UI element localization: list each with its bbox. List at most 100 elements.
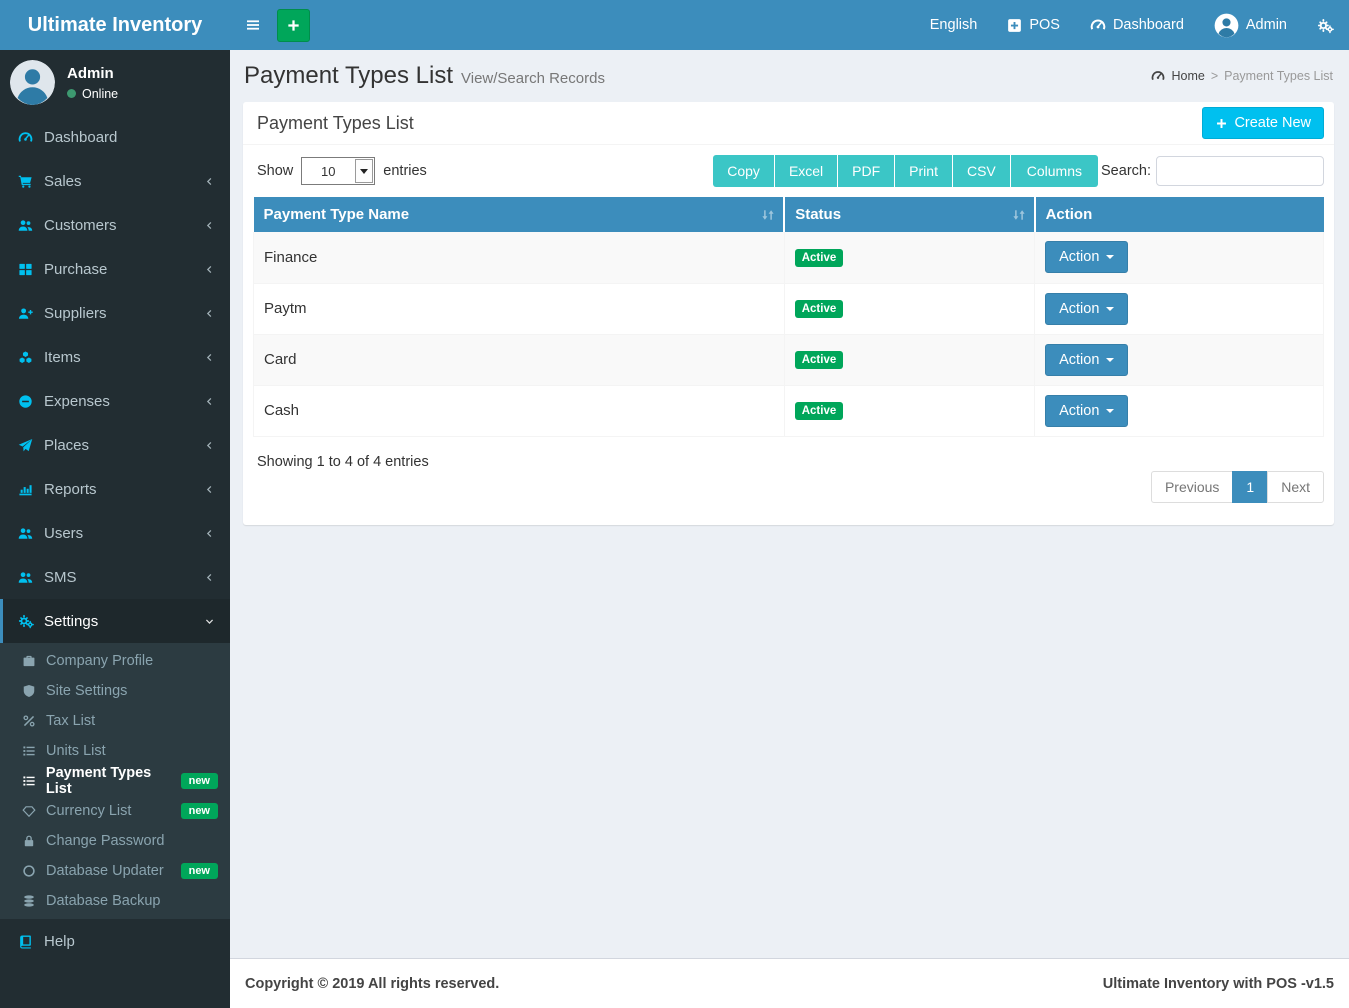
- sidebar-item-help[interactable]: Help: [0, 919, 230, 963]
- payment-type-name-cell: Finance: [254, 232, 785, 283]
- sidebar-item-expenses[interactable]: Expenses: [0, 379, 230, 423]
- page-subtitle: View/Search Records: [461, 70, 605, 87]
- excel-button[interactable]: Excel: [775, 155, 837, 187]
- paper-plane-icon: [18, 438, 44, 453]
- submenu-item-currency-list[interactable]: Currency List new: [0, 796, 230, 826]
- version-text: Ultimate Inventory with POS -v1.5: [1103, 976, 1334, 992]
- users-icon: [18, 570, 44, 585]
- sidebar-item-dashboard[interactable]: Dashboard: [0, 115, 230, 159]
- sidebar-item-sms[interactable]: SMS: [0, 555, 230, 599]
- dashboard-link[interactable]: Dashboard: [1075, 0, 1199, 50]
- users-icon: [18, 526, 44, 541]
- status-badge: Active: [795, 249, 844, 267]
- settings-menu[interactable]: [1302, 0, 1349, 50]
- grid-icon: [18, 262, 44, 277]
- status-cell: Active: [784, 283, 1034, 334]
- chevron-left-icon: [204, 440, 215, 451]
- submenu-item-change-password[interactable]: Change Password: [0, 826, 230, 856]
- copyright-text: Copyright © 2019 All rights reserved.: [245, 976, 499, 992]
- diamond-icon: [22, 804, 46, 818]
- settings-submenu: Company Profile Site Settings Tax List U…: [0, 643, 230, 919]
- user-menu[interactable]: Admin: [1199, 0, 1302, 50]
- cubes-icon: [18, 350, 44, 365]
- next-page-button[interactable]: Next: [1267, 471, 1324, 503]
- list-icon: [22, 744, 46, 758]
- select-arrow-icon: [355, 159, 373, 183]
- new-badge: new: [181, 803, 218, 819]
- language-menu[interactable]: English: [915, 0, 993, 50]
- payment-types-panel: Payment Types List Create New Show 10 en…: [243, 102, 1334, 525]
- page-number-button[interactable]: 1: [1232, 471, 1268, 503]
- action-cell: Action: [1035, 385, 1324, 436]
- create-new-button[interactable]: Create New: [1202, 107, 1324, 139]
- search-label: Search:: [1101, 163, 1151, 179]
- column-header-payment-type-name[interactable]: Payment Type Name: [254, 197, 785, 232]
- breadcrumb-separator: >: [1211, 69, 1218, 83]
- pdf-button[interactable]: PDF: [838, 155, 894, 187]
- copy-button[interactable]: Copy: [713, 155, 774, 187]
- csv-button[interactable]: CSV: [953, 155, 1010, 187]
- panel-title: Payment Types List: [257, 113, 414, 134]
- sidebar-item-reports[interactable]: Reports: [0, 467, 230, 511]
- brand-logo[interactable]: Ultimate Inventory: [0, 0, 230, 50]
- status-badge: Active: [795, 351, 844, 369]
- submenu-item-payment-types-list[interactable]: Payment Types List new: [0, 766, 230, 796]
- hamburger-icon: [245, 17, 261, 33]
- sidebar-item-suppliers[interactable]: Suppliers: [0, 291, 230, 335]
- navbar-right-menu: English POS Dashboard Admin: [915, 0, 1349, 50]
- content-header: Payment Types List View/Search Records H…: [244, 62, 1333, 90]
- payment-type-name-cell: Cash: [254, 385, 785, 436]
- print-button[interactable]: Print: [895, 155, 952, 187]
- search-input[interactable]: [1156, 156, 1324, 186]
- submenu-item-company-profile[interactable]: Company Profile: [0, 646, 230, 676]
- new-badge: new: [181, 863, 218, 879]
- submenu-item-database-updater[interactable]: Database Updater new: [0, 856, 230, 886]
- action-dropdown-button[interactable]: Action: [1045, 241, 1128, 273]
- pos-link[interactable]: POS: [992, 0, 1075, 50]
- chevron-left-icon: [204, 308, 215, 319]
- column-header-status[interactable]: Status: [784, 197, 1034, 232]
- sidebar-item-users[interactable]: Users: [0, 511, 230, 555]
- submenu-item-units-list[interactable]: Units List: [0, 736, 230, 766]
- sidebar-toggle-button[interactable]: [230, 0, 276, 50]
- panel-header: Payment Types List Create New: [243, 102, 1334, 145]
- action-dropdown-button[interactable]: Action: [1045, 395, 1128, 427]
- dashboard-icon: [1151, 69, 1165, 83]
- circle-icon: [22, 864, 46, 878]
- sidebar-item-purchase[interactable]: Purchase: [0, 247, 230, 291]
- breadcrumb-home-link[interactable]: Home: [1171, 69, 1204, 83]
- caret-down-icon: [1106, 307, 1114, 311]
- chevron-left-icon: [204, 484, 215, 495]
- top-header: Ultimate Inventory English POS Dashboard: [0, 0, 1349, 50]
- submenu-item-site-settings[interactable]: Site Settings: [0, 676, 230, 706]
- sidebar-item-sales[interactable]: Sales: [0, 159, 230, 203]
- caret-down-icon: [1106, 358, 1114, 362]
- shield-icon: [22, 684, 46, 698]
- sidebar-item-items[interactable]: Items: [0, 335, 230, 379]
- sidebar-item-settings[interactable]: Settings: [0, 599, 230, 643]
- app-window: Ultimate Inventory English POS Dashboard: [0, 0, 1349, 1008]
- quick-add-button[interactable]: [277, 9, 310, 42]
- entries-select[interactable]: 10: [301, 157, 375, 185]
- submenu-item-database-backup[interactable]: Database Backup: [0, 886, 230, 916]
- submenu-item-tax-list[interactable]: Tax List: [0, 706, 230, 736]
- action-dropdown-button[interactable]: Action: [1045, 293, 1128, 325]
- previous-page-button[interactable]: Previous: [1151, 471, 1233, 503]
- caret-down-icon: [1106, 409, 1114, 413]
- sidebar-item-customers[interactable]: Customers: [0, 203, 230, 247]
- gears-icon: [18, 613, 44, 629]
- caret-down-icon: [1106, 255, 1114, 259]
- columns-button[interactable]: Columns: [1011, 155, 1098, 187]
- table-row: Cash Active Action: [254, 385, 1324, 436]
- table-container: Payment Type Name Status Action: [253, 197, 1324, 437]
- action-dropdown-button[interactable]: Action: [1045, 344, 1128, 376]
- chevron-down-icon: [204, 616, 215, 627]
- breadcrumb-current: Payment Types List: [1224, 69, 1333, 83]
- breadcrumb: Home > Payment Types List: [1151, 69, 1333, 83]
- lock-icon: [22, 834, 46, 848]
- sidebar-item-places[interactable]: Places: [0, 423, 230, 467]
- user-status: Online: [67, 87, 118, 101]
- user-plus-icon: [18, 306, 44, 321]
- status-cell: Active: [784, 232, 1034, 283]
- chevron-left-icon: [204, 396, 215, 407]
